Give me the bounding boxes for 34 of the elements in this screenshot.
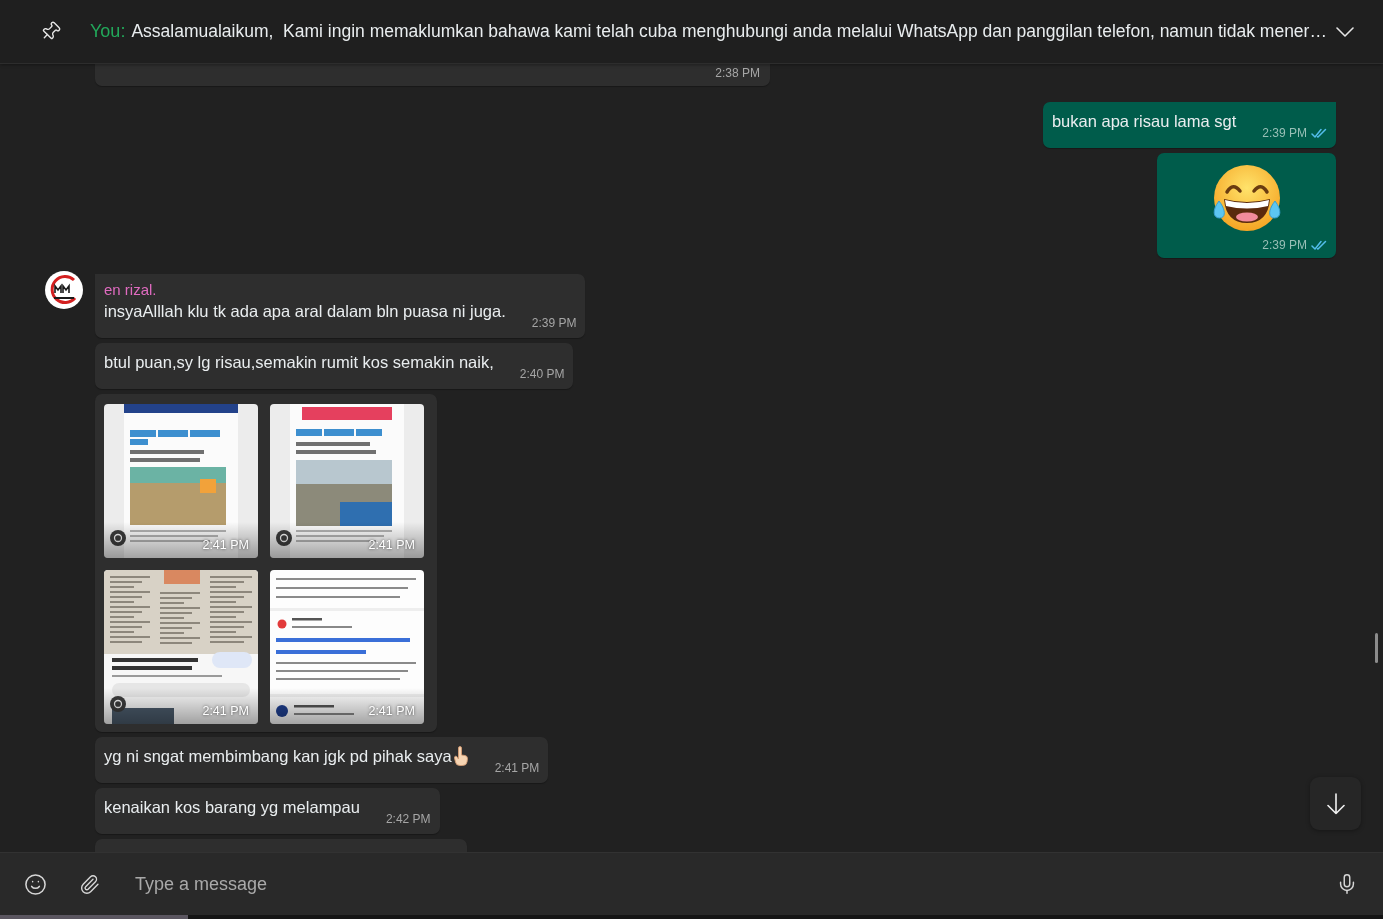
avatar-icon: [45, 271, 83, 309]
scrollbar-thumb[interactable]: [1375, 633, 1378, 663]
pinned-message-bar[interactable]: You: Assalamualaikum, Kami ingin memaklumkan bahawa kami telah cuba menghubungi anda melalui WhatsApp dan panggilan telefon, namun tidak mener…: [0, 0, 1383, 64]
message-time: 2:40 PM: [519, 366, 565, 382]
article-screenshot-drawing[interactable]: [270, 404, 424, 558]
pinned-message-text: Assalamualaikum, Kami ingin memaklumkan bahawa kami telah cuba menghubungi anda melalui WhatsApp dan panggilan telefon, namun tidak mener…: [131, 21, 1327, 42]
composer-bar[interactable]: Type a message: [0, 852, 1383, 915]
message-time: 2:39 PM: [1262, 237, 1307, 253]
message-text: yg ni sngat membimbang kan jgk pd pihak saya: [104, 746, 452, 767]
chevron-down-icon: [1336, 26, 1354, 37]
message-time: 2:38 PM: [715, 65, 760, 81]
expand-button[interactable]: [1336, 26, 1354, 37]
article-screenshot-drawing[interactable]: [104, 570, 258, 724]
message-text: kenaikan kos barang yg melampau: [104, 797, 360, 818]
message-text: bukan apa risau lama sgt: [1051, 111, 1237, 132]
article-screenshot-drawing[interactable]: [104, 404, 258, 558]
message-time: 2:41 PM: [494, 760, 540, 776]
image-time: 2:41 PM: [368, 537, 415, 553]
horizontal-scrollbar-thumb[interactable]: [0, 915, 188, 919]
arrow-down-icon: [1326, 792, 1345, 815]
smiley-icon: [23, 872, 47, 896]
sender-name: en rizal.: [104, 281, 157, 299]
pointing-hand-icon: [452, 746, 469, 766]
image-time: 2:41 PM: [202, 537, 249, 553]
image-time: 2:41 PM: [368, 703, 415, 719]
message-time: 2:39 PM: [531, 315, 577, 331]
message-time: 2:42 PM: [385, 811, 431, 827]
paperclip-icon: [78, 873, 100, 895]
scroll-to-bottom-button[interactable]: [1310, 777, 1361, 830]
image-time: 2:41 PM: [202, 703, 249, 719]
message-text: btul puan,sy lg risau,semakin rumit kos semakin naik,: [104, 352, 494, 373]
pinned-sender: You:: [90, 21, 126, 42]
message-text: insyaAlllah klu tk ada apa aral dalam bln puasa ni juga.: [104, 301, 506, 322]
message-time: 2:39 PM: [1262, 125, 1307, 141]
